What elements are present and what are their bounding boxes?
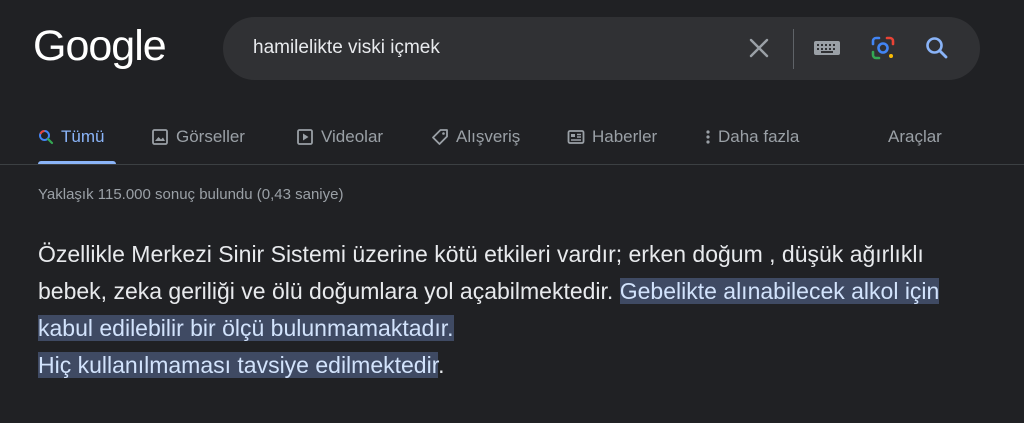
tab-label: Görseller [176,127,245,146]
keyboard-icon[interactable] [810,31,844,65]
tab-videos[interactable]: Videolar [296,122,383,152]
tab-all[interactable]: Tümü [38,122,104,152]
tab-shopping[interactable]: Alışveriş [431,122,520,152]
tab-label: Daha fazla [718,127,800,146]
tab-more[interactable]: Daha fazla [705,122,799,152]
snippet-text-tail: . [438,352,445,378]
tab-images[interactable]: Görseller [151,122,245,152]
search-input[interactable]: hamilelikte viski içmek [253,37,440,59]
tab-label: Alışveriş [456,127,521,146]
news-icon [567,128,585,146]
search-divider [793,29,794,69]
video-icon [296,128,314,146]
tab-news[interactable]: Haberler [567,122,657,152]
tools-label: Araçlar [888,127,942,146]
tools-button[interactable]: Araçlar [888,122,942,152]
featured-snippet: Özellikle Merkezi Sinir Sistemi üzerine … [38,236,998,384]
search-tabs: Tümü Görseller Videolar Alışveriş Haberl… [0,112,1024,164]
tab-label: Haberler [592,127,658,146]
search-icon[interactable] [920,31,954,65]
tab-label: Videolar [321,127,384,146]
lens-icon[interactable] [866,31,900,65]
header-divider [0,164,1024,165]
google-logo[interactable]: Google [33,22,167,71]
result-stats: Yaklaşık 115.000 sonuç bulundu (0,43 san… [38,186,344,203]
tab-label: Tümü [61,127,105,146]
tag-icon [431,128,449,146]
search-bar[interactable]: hamilelikte viski içmek [223,17,980,80]
search-icon [38,129,54,145]
snippet-highlight: Hiç kullanılmaması tavsiye edilmektedir [38,352,439,378]
close-icon[interactable] [742,31,776,65]
more-vert-icon [705,129,711,145]
image-icon [151,128,169,146]
